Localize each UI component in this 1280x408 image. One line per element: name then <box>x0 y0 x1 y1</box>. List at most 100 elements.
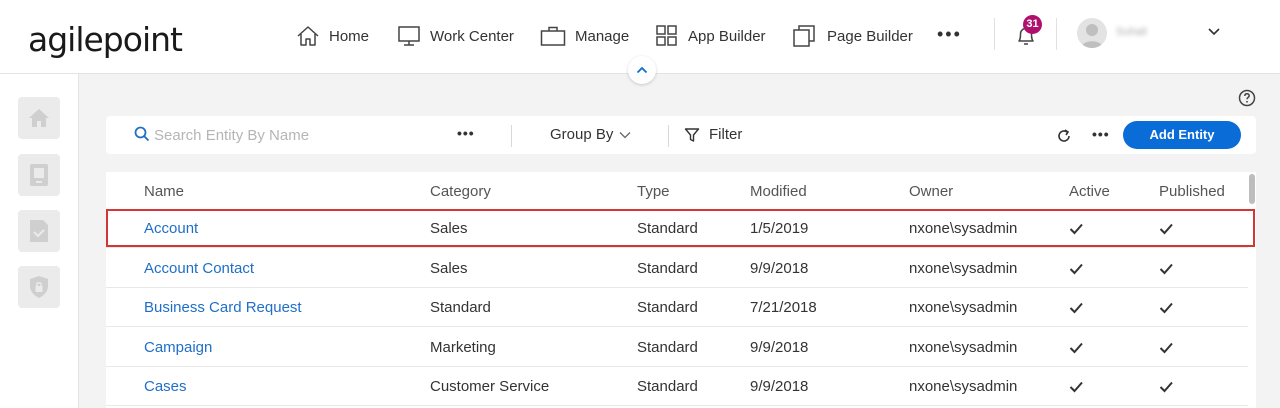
table-header: Name Category Type Modified Owner Active… <box>106 172 1248 209</box>
column-header-modified[interactable]: Modified <box>750 183 807 200</box>
type-cell: Standard <box>637 259 698 277</box>
table-row[interactable]: Account Sales Standard 1/5/2019 nxone\sysadm… <box>106 209 1248 248</box>
search-options-button[interactable]: ••• <box>457 125 475 141</box>
owner-cell: nxone\sysadmin <box>909 338 1018 356</box>
modified-cell: 9/9/2018 <box>750 378 809 395</box>
toolbar-divider <box>511 125 512 147</box>
category-cell: Sales <box>430 220 468 237</box>
checkmark-icon <box>1159 381 1173 393</box>
entity-name-link[interactable]: Business Card Request <box>144 299 302 316</box>
nav-home[interactable]: Home <box>296 22 369 50</box>
category-cell: Customer Service <box>430 378 550 395</box>
user-icon <box>1081 24 1103 48</box>
category-cell: Sales <box>430 259 468 277</box>
owner-cell: nxone\sysadmin <box>909 220 1018 237</box>
nav-work-center-label: Work Center <box>430 27 514 45</box>
checkmark-icon <box>1069 342 1083 353</box>
column-header-type[interactable]: Type <box>637 183 670 200</box>
monitor-icon <box>398 26 420 46</box>
checkmark-icon <box>1159 342 1173 353</box>
checkmark-icon <box>1069 302 1083 314</box>
refresh-icon[interactable] <box>1057 129 1071 143</box>
chevron-down-icon[interactable] <box>1207 27 1221 37</box>
nav-more-button[interactable]: ••• <box>937 24 962 44</box>
nav-page-builder[interactable]: Page Builder <box>792 22 913 50</box>
sidebar-item-home[interactable] <box>18 97 60 139</box>
scrollbar-thumb[interactable] <box>1249 174 1255 204</box>
filter-label: Filter <box>709 126 743 143</box>
nav-home-label: Home <box>329 27 370 45</box>
checkmark-icon <box>1069 381 1083 393</box>
table-row[interactable]: Business Card Request Standard Standard 7/2… <box>106 288 1248 327</box>
entity-name-link[interactable]: Campaign <box>144 339 212 356</box>
add-entity-button[interactable]: Add Entity <box>1123 121 1241 149</box>
checkmark-icon <box>1159 302 1173 314</box>
collapse-header-button[interactable] <box>628 56 656 84</box>
modified-cell: 1/5/2019 <box>750 220 809 237</box>
chevron-down-icon <box>619 131 631 138</box>
column-header-category[interactable]: Category <box>430 183 491 200</box>
sidebar <box>0 74 79 408</box>
chevron-up-icon <box>636 66 648 74</box>
checkmark-icon <box>1069 263 1083 274</box>
user-name[interactable]: Suhail <box>1116 26 1147 38</box>
copy-icon <box>793 25 815 47</box>
category-cell: Standard <box>430 299 491 316</box>
owner-cell: nxone\sysadmin <box>909 378 1018 395</box>
entity-name-link[interactable]: Cases <box>144 378 187 395</box>
table-row[interactable]: Cases Customer Service Standard 9/9/2018 nxo… <box>106 367 1248 406</box>
help-icon[interactable] <box>1238 89 1256 107</box>
document-check-icon <box>30 220 48 242</box>
checkmark-icon <box>1159 263 1173 274</box>
column-header-name[interactable]: Name <box>144 183 184 200</box>
nav-manage[interactable]: Manage <box>540 22 629 50</box>
nav-app-builder[interactable]: App Builder <box>655 22 766 50</box>
modified-cell: 7/21/2018 <box>750 299 817 316</box>
checkmark-icon <box>1159 223 1173 235</box>
search-input[interactable] <box>154 123 444 147</box>
table-scrollbar[interactable] <box>1248 172 1256 408</box>
home-icon <box>29 109 49 127</box>
type-cell: Standard <box>637 299 698 316</box>
column-header-active[interactable]: Active <box>1069 183 1110 200</box>
shield-lock-icon <box>30 276 48 298</box>
header-divider <box>1056 18 1057 50</box>
sidebar-item-tablet[interactable] <box>18 154 60 196</box>
nav-app-builder-label: App Builder <box>688 27 766 45</box>
search-icon <box>134 126 150 142</box>
avatar[interactable] <box>1077 18 1107 48</box>
nav-manage-label: Manage <box>575 27 630 45</box>
owner-cell: nxone\sysadmin <box>909 299 1018 316</box>
table-row[interactable]: Account Contact Sales Standard 9/9/2018 nxon… <box>106 249 1248 288</box>
column-header-owner[interactable]: Owner <box>909 183 953 200</box>
sidebar-item-documents[interactable] <box>18 210 60 252</box>
home-icon <box>297 26 319 46</box>
type-cell: Standard <box>637 220 698 237</box>
type-cell: Standard <box>637 338 698 356</box>
entity-table: Name Category Type Modified Owner Active… <box>106 172 1256 408</box>
briefcase-icon <box>540 26 566 46</box>
modified-cell: 9/9/2018 <box>750 338 809 356</box>
grid-icon <box>656 25 677 46</box>
owner-cell: nxone\sysadmin <box>909 259 1018 277</box>
filter-button[interactable]: Filter <box>684 126 742 143</box>
column-header-published[interactable]: Published <box>1159 183 1225 200</box>
category-cell: Marketing <box>430 338 496 356</box>
entity-name-link[interactable]: Account Contact <box>144 260 254 277</box>
toolbar-divider <box>668 125 669 147</box>
sidebar-item-security[interactable] <box>18 266 60 308</box>
entity-name-link[interactable]: Account <box>144 220 198 237</box>
checkmark-icon <box>1069 223 1083 235</box>
agilepoint-logo[interactable]: agilepoint <box>28 20 183 59</box>
modified-cell: 9/9/2018 <box>750 259 809 277</box>
group-by-dropdown[interactable]: Group By <box>550 126 631 143</box>
table-row[interactable]: Campaign Marketing Standard 9/9/2018 nxone\s… <box>106 328 1248 367</box>
nav-page-builder-label: Page Builder <box>827 27 913 45</box>
nav-work-center[interactable]: Work Center <box>397 22 514 50</box>
more-options-button[interactable]: ••• <box>1092 126 1110 142</box>
tablet-icon <box>30 164 48 186</box>
notification-badge[interactable]: 31 <box>1023 15 1042 34</box>
entity-toolbar: ••• Group By Filter ••• Add Entity <box>106 116 1256 154</box>
header-divider <box>994 18 995 50</box>
type-cell: Standard <box>637 378 698 395</box>
